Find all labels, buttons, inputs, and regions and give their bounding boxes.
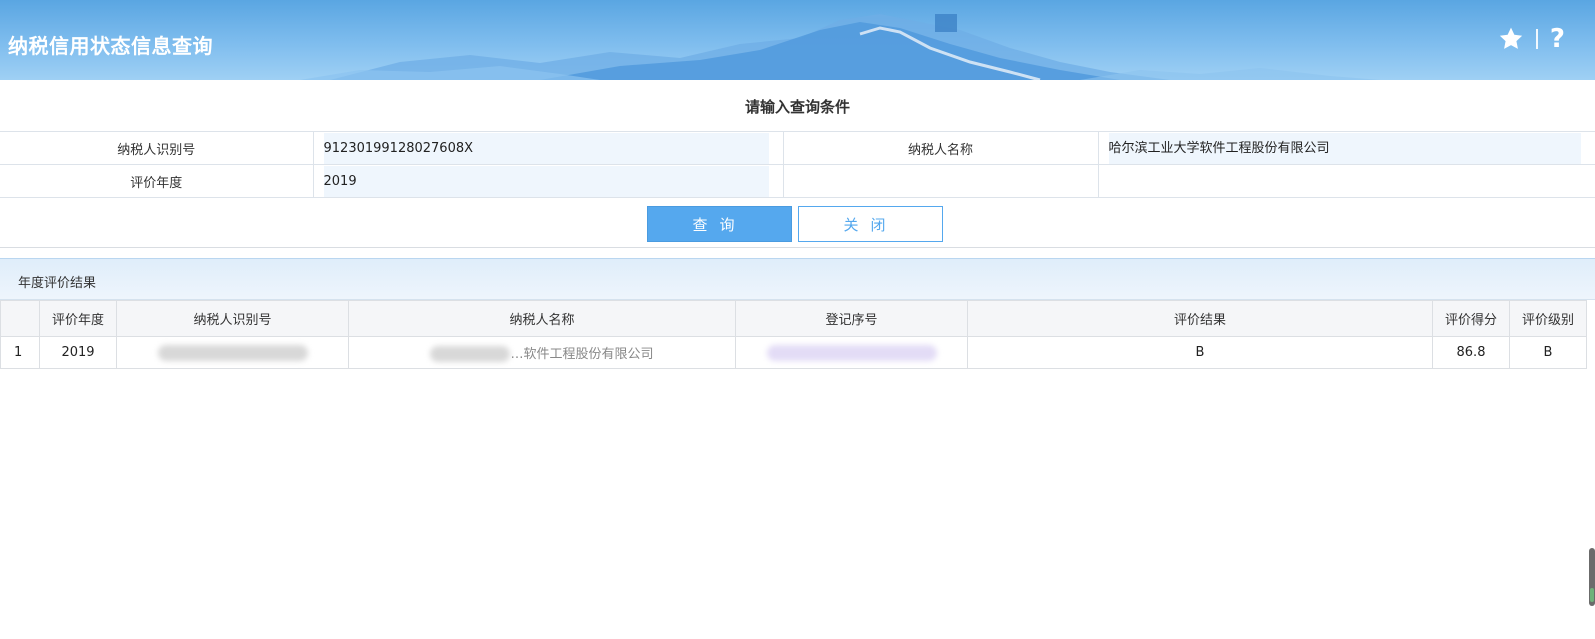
scrollbar-indicator [1590,588,1594,602]
section-divider [0,247,1595,248]
empty-label-cell [782,164,1099,198]
query-form: 纳税人识别号 91230199128027608X 纳税人名称 哈尔滨工业大学软… [0,131,1595,198]
help-icon[interactable]: ? [1550,26,1565,52]
close-button[interactable]: 关闭 [798,206,943,242]
query-section-title: 请输入查询条件 [744,98,850,116]
year-label: 评价年度 [0,164,314,198]
header-separator [1535,29,1538,49]
column-header-result: 评价结果 [967,300,1433,337]
query-form-row: 纳税人识别号 91230199128027608X 纳税人名称 哈尔滨工业大学软… [0,131,1595,165]
column-header-taxpayer-name: 纳税人名称 [348,300,736,337]
table-header-row: 评价年度 纳税人识别号 纳税人名称 登记序号 评价结果 评价得分 评价级别 [0,300,1587,337]
header-banner: 纳税信用状态信息查询 ? [0,0,1595,80]
column-header-reg-no: 登记序号 [735,300,968,337]
redacted-taxpayer-id [157,344,308,361]
column-header-index [0,300,40,337]
taxpayer-id-cell: 91230199128027608X [313,131,783,165]
star-icon[interactable] [1498,26,1524,52]
taxpayer-name-cell: 哈尔滨工业大学软件工程股份有限公司 [1098,131,1595,165]
column-header-score: 评价得分 [1432,300,1510,337]
column-header-level: 评价级别 [1509,300,1587,337]
taxpayer-id-input[interactable]: 91230199128027608X [323,132,769,164]
taxpayer-id-label: 纳税人识别号 [0,131,314,165]
year-input[interactable]: 2019 [323,165,769,197]
query-form-row: 评价年度 2019 [0,164,1595,198]
row-year: 2019 [39,336,117,369]
row-index: 1 [0,336,40,369]
search-button[interactable]: 查询 [647,206,792,242]
column-header-year: 评价年度 [39,300,117,337]
results-title: 年度评价结果 [18,276,97,291]
taxpayer-name-input[interactable]: 哈尔滨工业大学软件工程股份有限公司 [1108,132,1581,164]
row-result: B [967,336,1433,369]
results-table: 评价年度 纳税人识别号 纳税人名称 登记序号 评价结果 评价得分 评价级别 1 … [0,300,1587,369]
results-header: 年度评价结果 [0,258,1595,300]
vertical-scrollbar[interactable] [1589,548,1595,606]
row-taxpayer-name-blurred: …软件工程股份有限公司 [348,336,736,369]
redacted-name-prefix [430,346,511,363]
app-title: 纳税信用状态信息查询 [8,34,213,58]
table-row[interactable]: 1 2019 …软件工程股份有限公司 B 86.8 B [0,336,1587,369]
taxpayer-name-label: 纳税人名称 [782,131,1099,165]
column-header-taxpayer-id: 纳税人识别号 [116,300,349,337]
year-cell: 2019 [313,164,783,198]
row-score: 86.8 [1432,336,1510,369]
row-taxpayer-name: …软件工程股份有限公司 [510,346,654,362]
empty-value-cell [1098,164,1595,198]
row-reg-no-blurred [735,336,968,369]
great-wall-scenery [300,14,1380,80]
row-taxpayer-id-blurred [116,336,349,369]
row-level: B [1509,336,1587,369]
header-actions: ? [1498,26,1565,52]
redacted-reg-no [766,344,937,361]
